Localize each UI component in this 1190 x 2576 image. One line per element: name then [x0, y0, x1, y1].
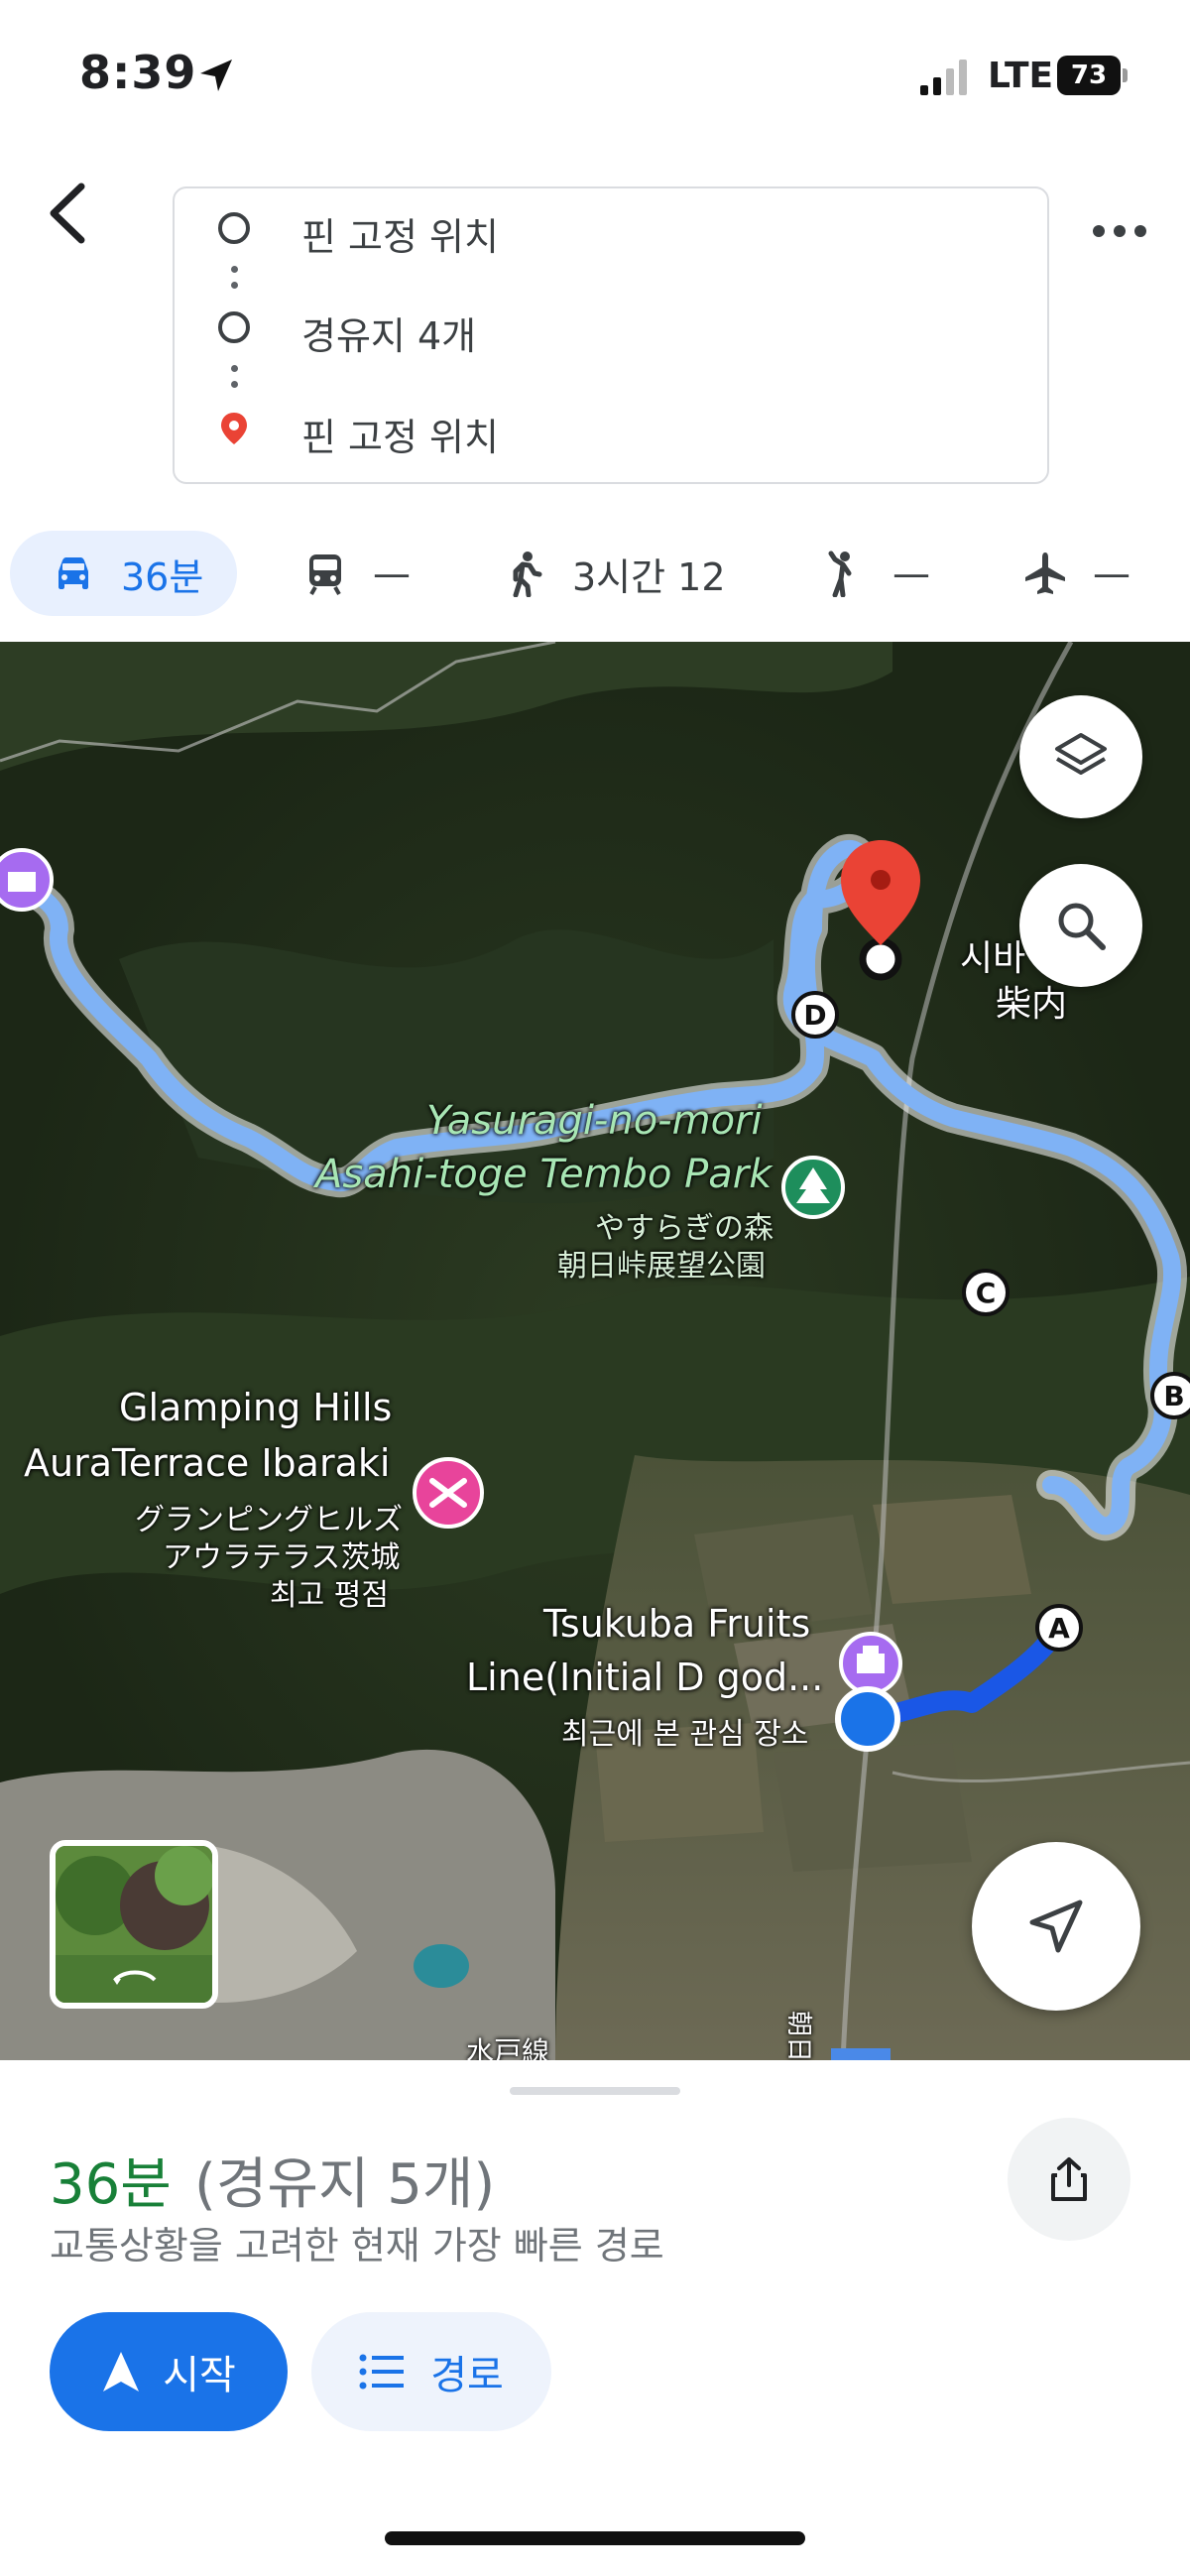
- street-view-thumbnail[interactable]: [50, 1840, 218, 2009]
- search-along-route-button[interactable]: [1019, 864, 1142, 987]
- steps-button[interactable]: 경로: [311, 2312, 551, 2431]
- tab-rideshare-label: —: [892, 552, 930, 595]
- glamping-label-en-1: Glamping Hills: [119, 1386, 393, 1429]
- route-duration: 36분: [50, 2152, 172, 2217]
- more-options-icon[interactable]: [1085, 206, 1154, 256]
- rail-label: 水戸線: [466, 2035, 550, 2060]
- tunnel-label: 朝日トンネル: [782, 2011, 819, 2060]
- home-indicator[interactable]: [385, 2531, 805, 2545]
- map-view[interactable]: A B C D Yasuragi-no-mori Asahi-toge Temb…: [0, 642, 1190, 2060]
- battery-level: 73: [1057, 56, 1121, 95]
- tab-transit[interactable]: —: [301, 531, 411, 616]
- destination-pin-icon: [221, 413, 247, 444]
- back-button[interactable]: [40, 179, 99, 248]
- tab-walking-label: 3시간 12: [572, 554, 726, 599]
- origin-field[interactable]: 핀 고정 위치: [175, 188, 1047, 268]
- location-arrow-icon: [200, 60, 232, 91]
- fruits-label-sub: 최근에 본 관심 장소: [561, 1717, 809, 1752]
- rideshare-icon: [828, 551, 852, 597]
- place-label-2: 柴内: [996, 984, 1068, 1025]
- destination-label: 핀 고정 위치: [301, 416, 499, 459]
- status-time: 8:39: [79, 46, 197, 99]
- layers-icon: [1055, 733, 1107, 775]
- sheet-drag-handle[interactable]: [510, 2087, 680, 2095]
- steps-label: 경로: [430, 2353, 504, 2398]
- plane-icon: [1025, 552, 1065, 594]
- waypoints-field[interactable]: 경유지 4개: [175, 288, 1047, 367]
- park-label-en-1: Yasuragi-no-mori: [426, 1098, 763, 1144]
- start-label: 시작: [163, 2353, 236, 2398]
- train-icon: [309, 554, 341, 595]
- search-icon: [1058, 903, 1106, 950]
- glamping-rating: 최고 평점: [270, 1578, 389, 1613]
- waypoint-circle-icon: [218, 311, 250, 343]
- navigation-icon: [103, 2352, 140, 2392]
- tab-transit-label: —: [373, 552, 411, 595]
- recenter-button[interactable]: [972, 1842, 1140, 2011]
- waypoint-a[interactable]: A: [1035, 1604, 1083, 1652]
- park-marker-icon[interactable]: [781, 1156, 845, 1219]
- fruits-label-2: Line(Initial D god...: [466, 1656, 824, 1699]
- route-stops: (경유지 5개): [194, 2152, 496, 2217]
- place-label-1: 시바: [960, 938, 1026, 979]
- poi-marker-icon[interactable]: [839, 1632, 902, 1695]
- tab-flights-label: —: [1093, 552, 1130, 595]
- route-summary-sheet: 36분 (경유지 5개) 교통상황을 고려한 현재 가장 빠른 경로 시작 경로: [0, 2060, 1190, 2576]
- fruits-label-1: Tsukuba Fruits: [543, 1602, 811, 1646]
- start-navigation-button[interactable]: 시작: [50, 2312, 288, 2431]
- waypoints-label: 경유지 4개: [301, 314, 477, 358]
- waypoint-c[interactable]: C: [962, 1269, 1010, 1316]
- layers-button[interactable]: [1019, 695, 1142, 818]
- tab-driving-label: 36분: [121, 554, 204, 599]
- share-icon: [1051, 2157, 1087, 2201]
- navigation-arrow-icon: [1029, 1900, 1083, 1953]
- origin-label: 핀 고정 위치: [301, 215, 499, 259]
- park-label-ja-2: 朝日峠展望公園: [557, 1249, 766, 1284]
- route-inputs: 핀 고정 위치 경유지 4개 핀 고정 위치: [173, 186, 1049, 484]
- current-location-dot: [835, 1686, 900, 1752]
- tab-rideshare[interactable]: —: [821, 531, 930, 616]
- list-icon: [359, 2354, 405, 2390]
- poi-marker-left-icon[interactable]: [0, 848, 54, 912]
- tab-walking[interactable]: 3시간 12: [501, 531, 726, 616]
- car-icon: [59, 557, 88, 589]
- park-label-en-2: Asahi-toge Tembo Park: [315, 1152, 773, 1197]
- travel-mode-tabs: 36분 — 3시간 12 — —: [0, 531, 1190, 620]
- walk-icon: [513, 552, 542, 597]
- waypoint-b[interactable]: B: [1150, 1372, 1190, 1419]
- origin-circle-icon: [218, 212, 250, 244]
- network-type: LTE: [988, 56, 1054, 96]
- destination-field[interactable]: 핀 고정 위치: [175, 389, 1047, 468]
- waypoint-d[interactable]: D: [791, 991, 839, 1039]
- tab-flights[interactable]: —: [1021, 531, 1130, 616]
- signal-icon: [920, 60, 967, 95]
- status-bar: 8:39 LTE 73: [0, 0, 1190, 149]
- glamping-label-en-2: AuraTerrace Ibaraki: [24, 1441, 391, 1485]
- tab-driving[interactable]: 36분: [10, 531, 238, 616]
- route-description: 교통상황을 고려한 현재 가장 빠른 경로: [50, 2224, 664, 2268]
- glamping-marker-icon[interactable]: [413, 1457, 484, 1529]
- share-button[interactable]: [1008, 2118, 1130, 2241]
- battery-icon: 73: [1057, 56, 1129, 95]
